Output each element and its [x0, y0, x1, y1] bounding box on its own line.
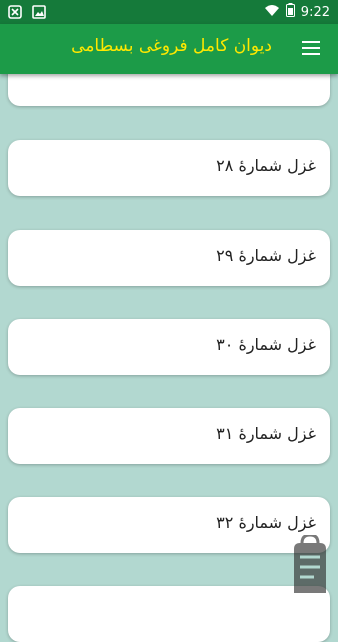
hamburger-menu-icon[interactable] [302, 41, 320, 55]
app-bar: دیوان کامل فروغی بسطامی [0, 24, 338, 74]
list-item[interactable]: غزل شمارهٔ ۳۰ [8, 319, 330, 375]
page-title: دیوان کامل فروغی بسطامی [71, 36, 272, 56]
list-item[interactable] [8, 586, 330, 642]
list-item[interactable]: غزل شمارهٔ ۳۲ [8, 497, 330, 553]
list-item[interactable]: غزل شمارهٔ ۳۱ [8, 408, 330, 464]
wifi-icon [264, 4, 280, 21]
list-item-label: غزل شمارهٔ ۲۹ [216, 246, 316, 265]
shield-notification-icon [8, 4, 22, 23]
list-item-label: غزل شمارهٔ ۳۱ [216, 424, 316, 443]
list-item-label: غزل شمارهٔ ۳۰ [216, 335, 316, 354]
image-notification-icon [32, 4, 46, 23]
battery-icon [285, 3, 295, 21]
status-bar: 9:22 [0, 0, 338, 24]
store-logo-icon [288, 533, 332, 595]
list-item-label: غزل شمارهٔ ۲۸ [216, 156, 316, 175]
clock: 9:22 [300, 4, 330, 20]
list-item-label: غزل شمارهٔ ۳۲ [216, 513, 316, 532]
list-item[interactable]: غزل شمارهٔ ۲۹ [8, 230, 330, 286]
list-item[interactable]: غزل شمارهٔ ۲۸ [8, 140, 330, 196]
